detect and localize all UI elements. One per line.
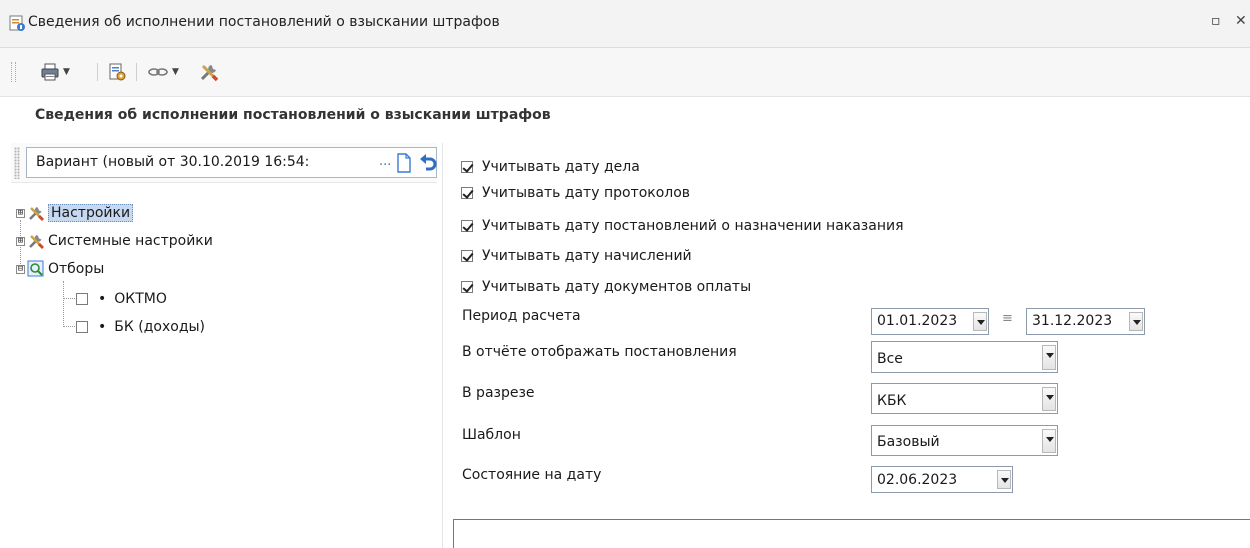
report-app-icon [9, 15, 25, 31]
tree-connector [63, 281, 64, 327]
toolbar-separator [97, 63, 98, 81]
show-combo[interactable]: Все [871, 341, 1058, 373]
template-combo[interactable]: Базовый [871, 425, 1058, 456]
oktmo-checkbox[interactable] [76, 293, 88, 305]
tree-item-label: Отборы [48, 261, 105, 277]
period-label: Период расчета [462, 308, 581, 324]
option-label: Учитывать дату постановлений о назначени… [482, 218, 904, 234]
option-checkbox[interactable] [461, 187, 473, 199]
panel-divider[interactable] [442, 143, 443, 548]
variant-select-button[interactable]: ... [379, 154, 391, 169]
tree-connector [63, 326, 75, 327]
tools-icon [29, 235, 45, 250]
tree-item-oktmo[interactable]: • ОКТМО [76, 287, 167, 311]
tools-button[interactable] [198, 61, 220, 83]
bullet-icon: • [98, 291, 107, 307]
print-dropdown-icon[interactable]: ▼ [63, 67, 70, 77]
report-settings-button[interactable] [107, 61, 127, 83]
bk-checkbox[interactable] [76, 321, 88, 333]
toolbar-grip[interactable] [11, 62, 16, 82]
option-checkbox[interactable] [461, 250, 473, 262]
window-title: Сведения об исполнении постановлений о в… [28, 14, 500, 30]
show-value: Все [877, 351, 903, 367]
filter-search-icon [27, 260, 44, 277]
page-title: Сведения об исполнении постановлений о в… [35, 107, 551, 123]
description-field[interactable] [453, 519, 1250, 548]
bullet-icon: • [98, 319, 107, 335]
chevron-down-icon[interactable] [1129, 312, 1143, 331]
print-button[interactable]: ▼ [40, 61, 70, 83]
section-label: В разрезе [462, 385, 535, 401]
template-value: Базовый [877, 434, 940, 450]
tree-item-label: Системные настройки [48, 233, 213, 249]
option-checkbox[interactable] [461, 220, 473, 232]
toolbar-separator [136, 63, 137, 81]
variant-value: Вариант (новый от 30.10.2019 16:54: [36, 154, 310, 170]
tree-item-filters[interactable]: ⊟ Отборы [16, 257, 104, 281]
period-to-value: 31.12.2023 [1032, 313, 1113, 329]
variant-field[interactable]: Вариант (новый от 30.10.2019 16:54: ... [26, 147, 437, 178]
range-icon: ≡ [1002, 311, 1013, 326]
option-label: Учитывать дату дела [482, 159, 640, 175]
tree-item-label: ОКТМО [114, 291, 167, 307]
tools-icon [29, 207, 45, 222]
tools-icon [200, 64, 219, 82]
section-value: КБК [877, 393, 907, 409]
state-date-combo[interactable]: 02.06.2023 [871, 466, 1013, 493]
option-payment-date[interactable]: Учитывать дату документов оплаты [461, 276, 751, 298]
restore-button[interactable]: ▫ [1211, 13, 1221, 29]
chevron-down-icon[interactable] [1042, 387, 1056, 411]
title-bar: Сведения об исполнении постановлений о в… [0, 0, 1250, 48]
tree-item-system-settings[interactable]: ⊞ Системные настройки [16, 229, 213, 253]
print-icon [41, 63, 59, 81]
section-combo[interactable]: КБК [871, 383, 1058, 414]
chevron-down-icon[interactable] [997, 470, 1011, 489]
variant-grip[interactable] [14, 147, 20, 179]
link-button[interactable]: ▼ [147, 61, 179, 83]
chevron-down-icon[interactable] [973, 312, 987, 331]
undo-icon[interactable] [418, 152, 438, 172]
expand-icon[interactable]: ⊞ [16, 208, 25, 218]
link-icon [148, 68, 168, 76]
new-variant-icon[interactable] [396, 153, 412, 173]
option-case-date[interactable]: Учитывать дату дела [461, 156, 640, 178]
variant-panel: Вариант (новый от 30.10.2019 16:54: ... [11, 143, 437, 183]
chevron-down-icon[interactable] [1042, 429, 1056, 453]
expand-icon[interactable]: ⊞ [16, 236, 25, 246]
option-label: Учитывать дату протоколов [482, 185, 691, 201]
option-checkbox[interactable] [461, 161, 473, 173]
option-accrual-date[interactable]: Учитывать дату начислений [461, 245, 692, 267]
state-date-label: Состояние на дату [462, 467, 602, 483]
show-label: В отчёте отображать постановления [462, 344, 737, 360]
tree-connector [63, 298, 75, 299]
close-button[interactable]: ✕ [1235, 13, 1247, 29]
option-checkbox[interactable] [461, 281, 473, 293]
tree-item-settings[interactable]: ⊞ Настройки [16, 201, 134, 225]
option-resolution-date[interactable]: Учитывать дату постановлений о назначени… [461, 215, 904, 237]
toolbar: ▼ ▼ [0, 48, 1250, 97]
tree-item-label: БК (доходы) [114, 319, 206, 335]
period-from-combo[interactable]: 01.01.2023 [871, 308, 989, 335]
report-settings-icon [109, 63, 126, 81]
chevron-down-icon[interactable] [1042, 345, 1056, 370]
link-dropdown-icon[interactable]: ▼ [172, 67, 179, 77]
collapse-icon[interactable]: ⊟ [16, 264, 25, 274]
option-protocol-date[interactable]: Учитывать дату протоколов [461, 182, 690, 204]
period-from-value: 01.01.2023 [877, 313, 958, 329]
period-to-combo[interactable]: 31.12.2023 [1026, 308, 1145, 335]
tree-item-label: Настройки [48, 204, 134, 222]
template-label: Шаблон [462, 427, 521, 443]
option-label: Учитывать дату документов оплаты [482, 279, 752, 295]
option-label: Учитывать дату начислений [482, 248, 692, 264]
tree-item-bk[interactable]: • БК (доходы) [76, 315, 205, 339]
state-date-value: 02.06.2023 [877, 472, 958, 488]
